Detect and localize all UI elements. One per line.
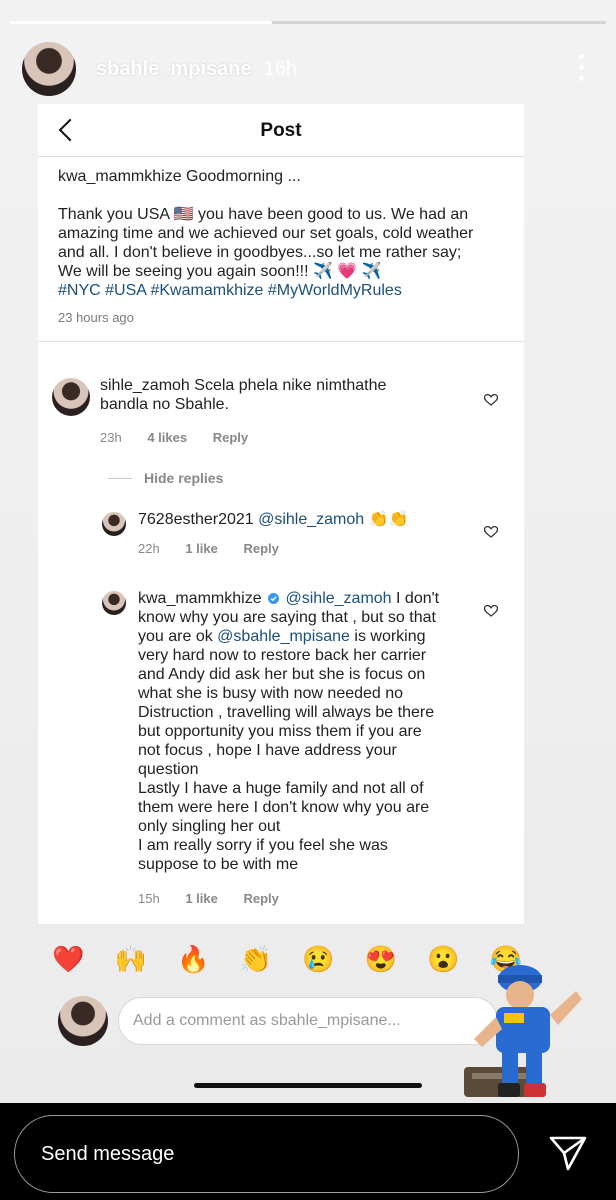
reply-text-line: I don't [396,590,440,607]
like-heart-icon[interactable] [484,394,498,406]
reply-text-line: know why you are saying that , but so th… [138,609,436,626]
reply-text-line: is working [354,628,426,645]
story-header: sbahle_mpisane 16h [20,40,596,98]
post-timestamp: 23 hours ago [38,308,524,342]
story-view: sbahle_mpisane 16h Post kwa_mammkhize Go… [0,0,616,1103]
send-message-input[interactable]: Send message [14,1115,519,1193]
reply-button[interactable]: Reply [213,430,248,445]
reply-username[interactable]: kwa_mammkhize [138,590,262,607]
reply-text-line: only singling her out [138,818,281,835]
story-progress-bar [10,21,606,24]
reply-text-line: suppose to be with me [138,856,299,873]
add-comment-input[interactable]: Add a comment as sbahle_mpisane... [118,997,498,1045]
comment-time: 23h [100,430,122,445]
reply-mention[interactable]: @sihle_zamoh [286,590,392,607]
composer-avatar [58,996,108,1046]
story-progress-fill [10,21,273,24]
post-topbar: Post [38,104,524,157]
page-title: Post [260,120,302,141]
reply-avatar[interactable] [102,512,126,536]
post-caption: kwa_mammkhize Goodmorning ... Thank you … [38,157,524,342]
reply-likes[interactable]: 1 like [185,541,218,556]
reply-text-line: what she is busy with now needed no [138,685,404,702]
story-username[interactable]: sbahle_mpisane [96,58,252,81]
send-message-label: Send message [41,1142,175,1165]
emoji-raised-hands[interactable]: 🙌 [115,944,147,975]
reply-button[interactable]: Reply [243,541,278,556]
hide-replies-button[interactable]: Hide replies [108,470,223,486]
emoji-quick-reactions: ❤️ 🙌 🔥 👏 😢 😍 😮 😂 [52,944,522,975]
reply-text-line: but opportunity you miss them if you are [138,723,422,740]
caption-line: We will be seeing you again soon!!! ✈️ 💗… [58,263,382,280]
divider [108,477,132,479]
reply-mention[interactable]: @sihle_zamoh [258,511,364,528]
reply-likes[interactable]: 1 like [185,891,218,906]
comment-likes[interactable]: 4 likes [147,430,187,445]
caption-greeting: Goodmorning ... [186,168,301,185]
emoji-heart-eyes[interactable]: 😍 [365,944,397,975]
hide-replies-label: Hide replies [144,470,224,486]
like-heart-icon[interactable] [484,605,498,617]
like-heart-icon[interactable] [484,526,498,538]
story-time: 16h [263,57,297,80]
story-avatar[interactable] [22,42,76,96]
reply-text-line: question [138,761,199,778]
more-options-icon[interactable] [579,54,584,81]
caption-line: and all. I don't believe in goodbyes...s… [58,244,462,261]
caption-line: Thank you USA 🇺🇸 you have been good to u… [58,206,469,223]
reply-button[interactable]: Reply [243,891,278,906]
wrestler-figure-sticker [464,965,582,1097]
reply-username[interactable]: 7628esther2021 [138,511,254,528]
comment-username[interactable]: sihle_zamoh [100,377,190,394]
reply-text-line: I am really sorry if you feel she was [138,837,388,854]
reply-text-line: not focus , hope I have address your [138,742,397,759]
comment-composer: Add a comment as sbahle_mpisane... [58,996,498,1046]
emoji-fire[interactable]: 🔥 [177,944,209,975]
reply-text-line: Distruction , travelling will always be … [138,704,435,721]
verified-badge-icon [268,593,280,605]
reply-time: 22h [138,541,160,556]
reply-text-line: Lastly I have a huge family and not all … [138,780,424,797]
reply-time: 15h [138,891,160,906]
emoji-heart[interactable]: ❤️ [52,944,84,975]
emoji-surprised[interactable]: 😮 [427,944,459,975]
home-indicator [194,1083,422,1088]
reply-text-line: and Andy did ask her but she is focus on [138,666,426,683]
caption-username[interactable]: kwa_mammkhize [58,168,182,185]
reply-text: 👏👏 [368,511,409,528]
caption-hashtags[interactable]: #NYC #USA #Kwamamkhize #MyWorldMyRules [58,281,504,300]
caption-line: amazing time and we achieved our set goa… [58,225,474,242]
emoji-crying[interactable]: 😢 [302,944,334,975]
emoji-clap[interactable]: 👏 [240,944,272,975]
comment-avatar[interactable] [52,378,90,416]
reply-avatar[interactable] [102,591,126,615]
reply-mention[interactable]: @sbahle_mpisane [217,628,350,645]
reply-text-line: very hard now to restore back her carrie… [138,647,427,664]
post-screenshot-card: Post kwa_mammkhize Goodmorning ... Thank… [38,104,524,924]
send-paper-plane-icon[interactable] [548,1133,588,1173]
reply-text-line: you are ok [138,628,213,645]
reply-text-line: them were here I don't know why you are [138,799,430,816]
story-reply-bar: Send message [0,1103,616,1200]
